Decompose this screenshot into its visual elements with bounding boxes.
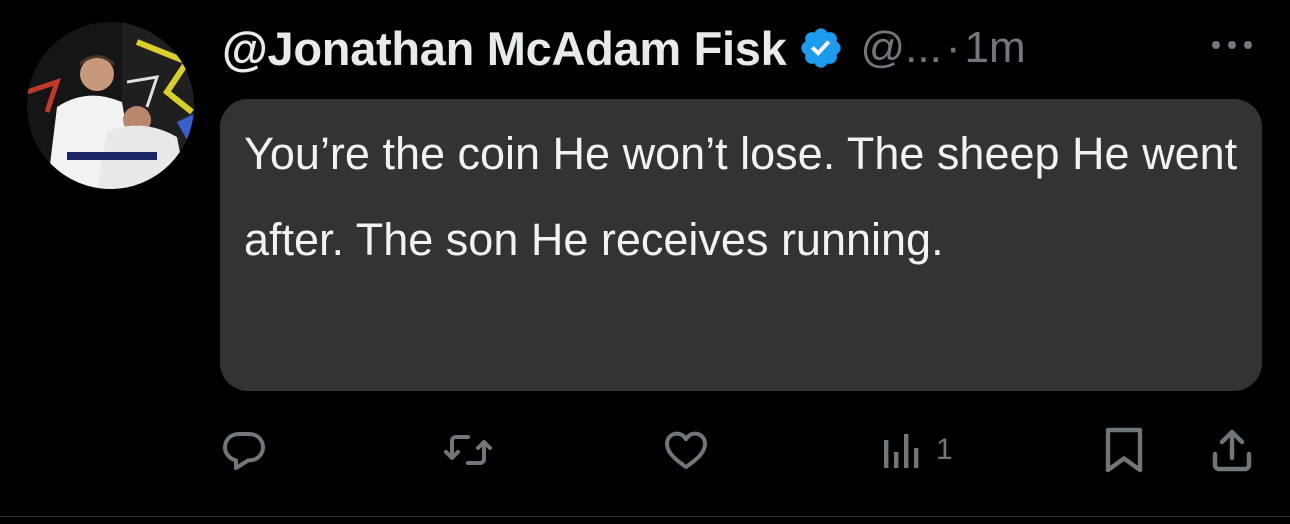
share-button[interactable]: [1210, 420, 1254, 480]
tweet-text: You’re the coin He won’t lose. The sheep…: [244, 128, 1238, 265]
avatar[interactable]: [27, 22, 194, 189]
user-handle[interactable]: @...: [860, 23, 941, 73]
tweet: @Jonathan McAdam Fisk @... · 1m You’re t…: [0, 0, 1290, 524]
tweet-header: @Jonathan McAdam Fisk @... · 1m: [222, 18, 1026, 78]
heart-icon: [665, 431, 707, 469]
bookmark-icon: [1105, 427, 1143, 473]
tweet-text-bubble: You’re the coin He won’t lose. The sheep…: [220, 99, 1262, 391]
bookmark-button[interactable]: [1102, 420, 1146, 480]
action-bar: 1: [0, 420, 1290, 480]
display-name[interactable]: @Jonathan McAdam Fisk: [222, 21, 787, 76]
separator-dot: ·: [945, 23, 961, 72]
share-icon: [1212, 429, 1252, 472]
retweet-button[interactable]: [442, 420, 494, 480]
verified-badge-icon: [798, 25, 844, 71]
views-count: 1: [936, 433, 953, 466]
timestamp[interactable]: 1m: [964, 23, 1025, 73]
views-bar-chart-icon: [884, 434, 919, 468]
like-button[interactable]: [662, 420, 710, 480]
more-options-icon[interactable]: [1206, 30, 1258, 60]
reply-button[interactable]: [220, 420, 268, 480]
divider: [0, 516, 1290, 517]
avatar-photo: [27, 22, 194, 189]
retweet-icon: [444, 435, 492, 465]
reply-icon: [223, 432, 265, 470]
views-button[interactable]: 1: [882, 420, 953, 480]
